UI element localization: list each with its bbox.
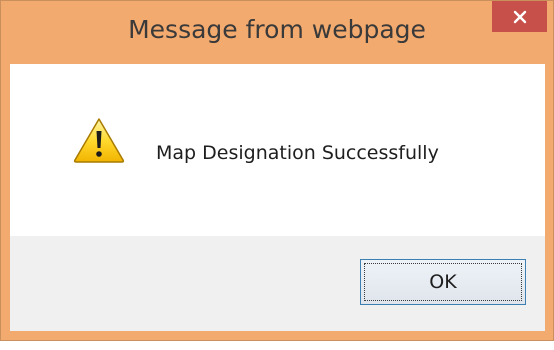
dialog-content: Map Designation Successfully <box>10 64 545 236</box>
close-icon <box>513 10 526 23</box>
message-dialog: Message from webpage Map Designation Suc… <box>0 0 554 341</box>
dialog-title: Message from webpage <box>128 15 426 44</box>
close-button[interactable] <box>492 1 547 32</box>
dialog-client-area: Map Designation Successfully OK <box>10 64 545 331</box>
message-text: Map Designation Successfully <box>156 142 439 164</box>
title-bar[interactable]: Message from webpage <box>1 1 553 63</box>
warning-icon <box>73 118 125 163</box>
ok-button-label: OK <box>429 271 457 293</box>
dialog-footer: OK <box>10 236 545 331</box>
ok-button[interactable]: OK <box>360 259 526 305</box>
